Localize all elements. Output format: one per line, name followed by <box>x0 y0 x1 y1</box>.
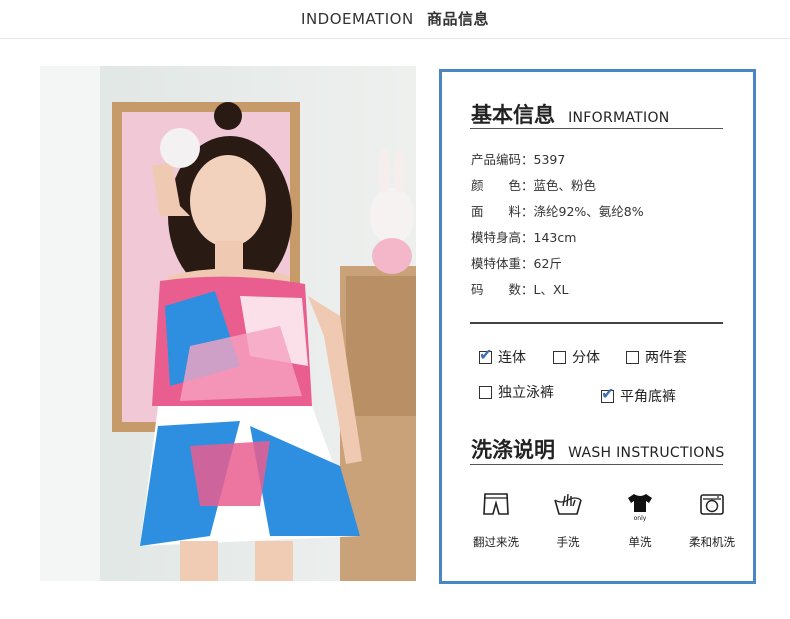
option-twopiece[interactable]: 分体 <box>553 347 600 367</box>
basic-info-divider <box>470 128 723 129</box>
wash-label: 柔和机洗 <box>689 535 735 549</box>
basic-info-title-en: INFORMATION <box>568 110 670 126</box>
info-value: 143cm <box>533 230 577 245</box>
info-label: 模特体重： <box>471 256 534 271</box>
basic-info-title: 基本信息 INFORMATION <box>471 99 670 129</box>
gentle-machine-wash-icon <box>700 494 724 515</box>
wash-item-hand-wash: 手洗 <box>538 492 598 550</box>
info-value: 蓝色、粉色 <box>533 178 597 193</box>
option-set[interactable]: 两件套 <box>626 347 687 367</box>
option-separate-trunks[interactable]: 独立泳裤 <box>479 382 554 402</box>
wash-title-cn: 洗涤说明 <box>471 438 555 462</box>
option-label: 独立泳裤 <box>498 385 554 401</box>
option-label: 分体 <box>572 350 600 366</box>
info-value: L、XL <box>533 282 569 297</box>
header-divider <box>0 38 790 39</box>
option-label: 平角底裤 <box>620 389 676 405</box>
checkbox-unchecked[interactable] <box>626 350 639 364</box>
basic-info-title-cn: 基本信息 <box>471 103 555 127</box>
info-row-size: 码 数：L、XL <box>471 279 569 298</box>
wash-item-wash-alone: only 单洗 <box>610 492 670 550</box>
wash-alone-shirt-icon: only <box>628 494 652 522</box>
wash-label: 手洗 <box>556 535 580 549</box>
info-value: 5397 <box>533 152 566 167</box>
page-header: INDOEMATION 商品信息 <box>0 8 790 29</box>
info-value: 62斤 <box>533 256 562 271</box>
info-label: 产品编码： <box>471 152 534 167</box>
info-label: 面 料： <box>471 204 534 219</box>
info-label: 模特身高： <box>471 230 534 245</box>
info-row-model-weight: 模特体重：62斤 <box>471 253 562 272</box>
wash-item-inside-out: 翻过来洗 <box>466 492 526 550</box>
wash-title: 洗涤说明 WASH INSTRUCTIONS <box>471 434 725 464</box>
checkbox-checked[interactable]: ✔ <box>479 346 492 364</box>
info-card: 基本信息 INFORMATION 产品编码：5397 颜 色：蓝色、粉色 面 料… <box>439 69 756 584</box>
wash-title-en: WASH INSTRUCTIONS <box>568 445 725 461</box>
info-value: 涤纶92%、氨纶8% <box>533 204 644 219</box>
option-onepiece[interactable]: ✔ 连体 <box>479 346 526 367</box>
info-row-color: 颜 色：蓝色、粉色 <box>471 175 596 194</box>
info-row-code: 产品编码：5397 <box>471 149 565 168</box>
info-row-model-height: 模特身高：143cm <box>471 227 576 246</box>
inside-out-shorts-icon <box>483 493 509 515</box>
checkmark-icon: ✔ <box>479 344 493 364</box>
option-label: 两件套 <box>645 350 687 366</box>
checkbox-unchecked[interactable] <box>479 385 492 399</box>
header-title-cn: 商品信息 <box>426 10 489 28</box>
wash-divider <box>470 464 723 465</box>
only-text: only <box>634 515 647 522</box>
hand-wash-icon <box>554 493 582 515</box>
info-label: 码 数： <box>471 282 534 297</box>
wash-item-gentle-machine: 柔和机洗 <box>682 492 742 550</box>
option-boxer-bottoms[interactable]: ✔ 平角底裤 <box>601 385 676 406</box>
info-label: 颜 色： <box>471 178 534 193</box>
checkbox-checked[interactable]: ✔ <box>601 385 614 403</box>
header-title-en: INDOEMATION <box>301 10 414 28</box>
checkmark-icon: ✔ <box>601 383 615 403</box>
options-divider <box>470 322 723 324</box>
checkbox-unchecked[interactable] <box>553 350 566 364</box>
info-row-fabric: 面 料：涤纶92%、氨纶8% <box>471 201 644 220</box>
wash-label: 翻过来洗 <box>473 535 519 549</box>
product-photo <box>40 66 416 581</box>
option-label: 连体 <box>498 350 526 366</box>
wash-label: 单洗 <box>628 535 652 549</box>
